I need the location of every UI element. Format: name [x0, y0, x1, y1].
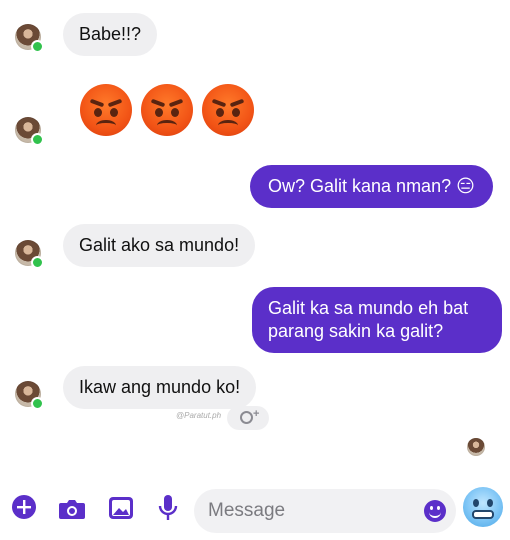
mouth [157, 120, 177, 131]
cold-face-emoji[interactable] [463, 487, 503, 527]
teeth [472, 510, 494, 519]
message-input[interactable]: Message [194, 489, 456, 533]
eye [473, 499, 479, 507]
contact-avatar[interactable] [15, 381, 44, 410]
angry-face-emoji[interactable] [141, 84, 193, 136]
eye [171, 108, 179, 117]
message-text: Galit ka sa mundo eh bat parang sakin ka… [268, 298, 469, 341]
eye [155, 108, 163, 117]
brow [150, 98, 166, 108]
incoming-message[interactable]: Galit ako sa mundo! [63, 224, 256, 267]
camera-icon[interactable] [58, 497, 86, 526]
eye [110, 108, 118, 117]
message-text: Ikaw ang mundo ko! [79, 377, 241, 397]
message-text: Ow? Galit kana nman? 😑 [268, 176, 475, 196]
eye [232, 108, 240, 117]
contact-avatar[interactable] [15, 240, 44, 269]
outgoing-message[interactable]: Ow? Galit kana nman? 😑 [250, 165, 493, 208]
brow [211, 98, 227, 108]
online-status-dot [31, 40, 44, 53]
incoming-message[interactable]: Babe!!? [63, 13, 158, 56]
plus-icon: + [253, 408, 260, 420]
mouth [96, 120, 116, 131]
message-placeholder: Message [208, 500, 286, 521]
plus-icon[interactable] [11, 494, 37, 525]
incoming-message[interactable]: Ikaw ang mundo ko! [63, 366, 257, 409]
online-status-dot [31, 397, 44, 410]
angry-face-emoji[interactable] [80, 84, 132, 136]
watermark: @Paratut.ph [176, 411, 222, 420]
contact-avatar[interactable] [15, 117, 44, 146]
eye [94, 108, 102, 117]
smiley-icon [240, 411, 253, 424]
microphone-icon[interactable] [158, 494, 178, 527]
angry-face-emoji[interactable] [202, 84, 254, 136]
emoji-icon[interactable] [424, 500, 446, 522]
brow [89, 98, 105, 108]
mouth [429, 510, 441, 518]
seen-avatar [467, 438, 485, 456]
eye [216, 108, 224, 117]
online-status-dot [31, 256, 44, 269]
brow [107, 98, 123, 108]
message-text: Galit ako sa mundo! [79, 235, 240, 255]
message-text: Babe!!? [79, 24, 142, 44]
brow [229, 98, 245, 108]
online-status-dot [31, 133, 44, 146]
outgoing-message[interactable]: Galit ka sa mundo eh bat parang sakin ka… [252, 287, 502, 353]
brow [168, 98, 184, 108]
image-icon[interactable] [108, 496, 134, 525]
contact-avatar[interactable] [15, 24, 44, 53]
add-reaction-button[interactable]: + [227, 406, 269, 430]
eye [487, 499, 493, 507]
mouth [218, 120, 238, 131]
